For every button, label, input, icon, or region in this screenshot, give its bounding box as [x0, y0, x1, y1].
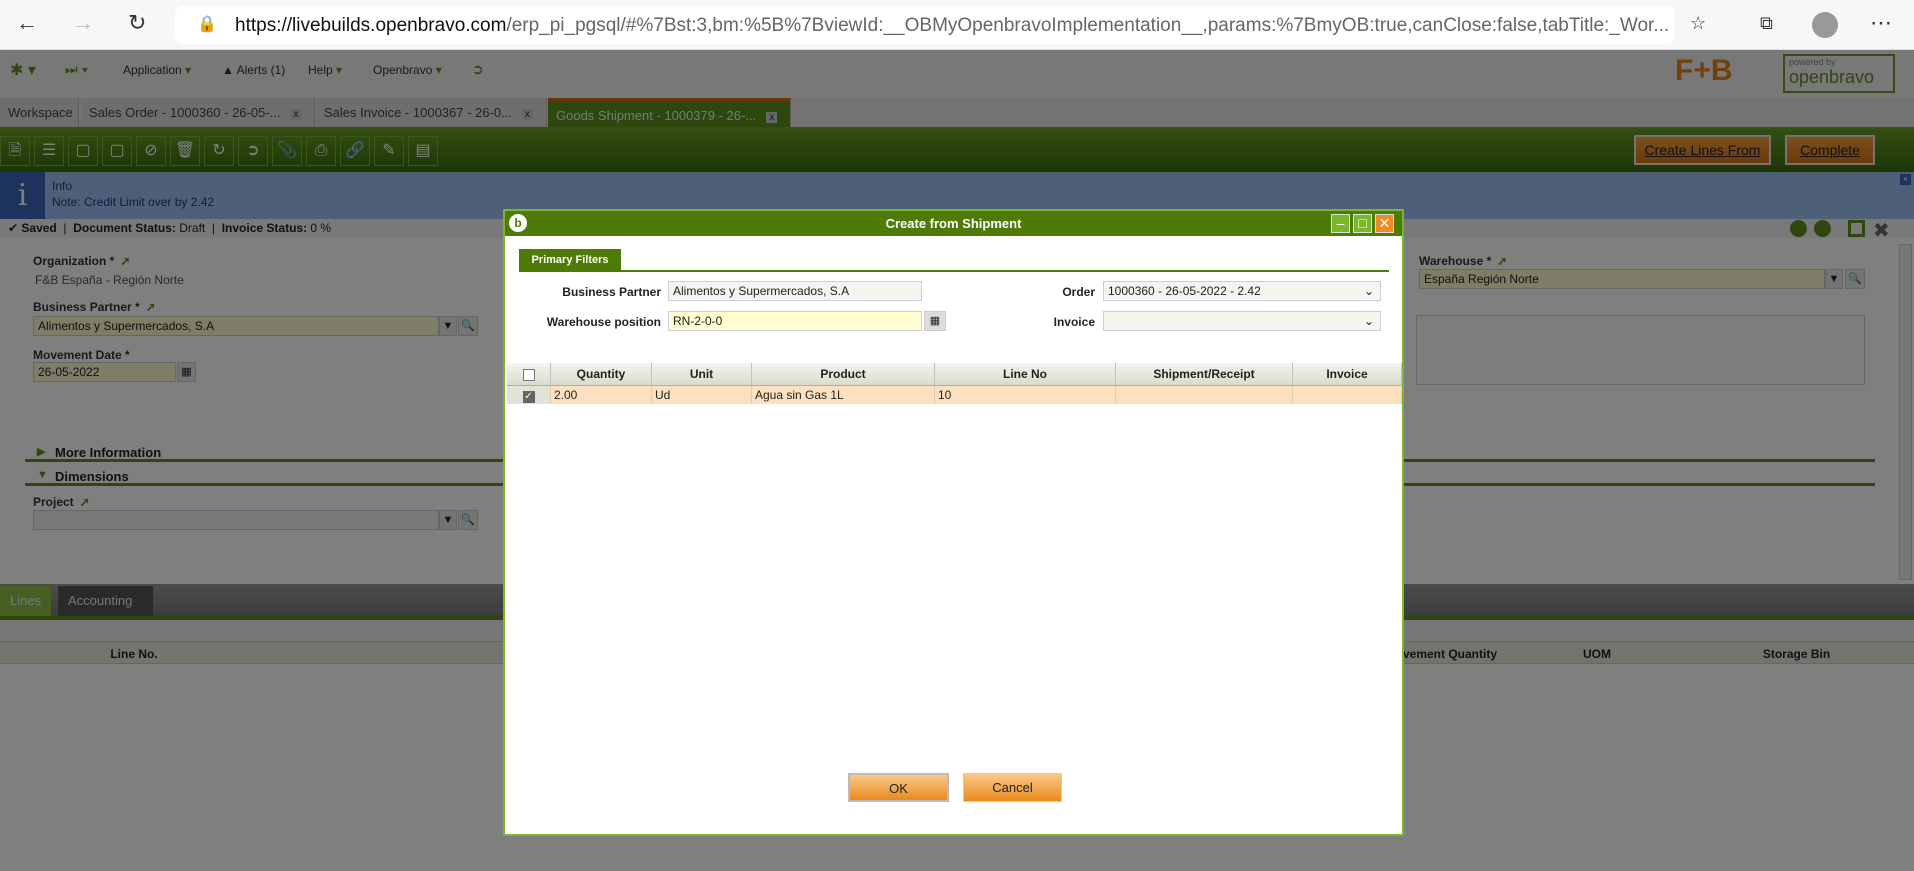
forward-icon[interactable]: →: [72, 10, 94, 36]
cancel-button[interactable]: Cancel: [963, 773, 1062, 802]
back-icon[interactable]: ←: [16, 10, 38, 36]
col-shipment-receipt[interactable]: Shipment/Receipt: [1116, 363, 1293, 386]
col-quantity[interactable]: Quantity: [551, 363, 652, 386]
cell-quantity[interactable]: 2.00: [551, 386, 652, 404]
cell-invoice[interactable]: [1293, 386, 1402, 404]
bp-label: Business Partner: [562, 285, 661, 299]
maximize-icon[interactable]: □: [1353, 214, 1372, 233]
locator-icon[interactable]: ▦: [924, 311, 946, 331]
cell-unit[interactable]: Ud: [652, 386, 752, 404]
profile-avatar[interactable]: [1812, 12, 1838, 38]
business-partner-field: Alimentos y Supermercados, S.A: [668, 281, 922, 301]
openbravo-icon: b: [509, 214, 527, 232]
invoice-select[interactable]: ⌄: [1103, 311, 1381, 331]
favorites-icon[interactable]: ☆: [1690, 13, 1706, 34]
more-icon[interactable]: ⋯: [1870, 10, 1892, 36]
warehouse-position-label: Warehouse position: [546, 315, 661, 329]
invoice-label: Invoice: [1053, 315, 1095, 329]
cell-line-no[interactable]: 10: [935, 386, 1116, 404]
order-label: Order: [1062, 285, 1095, 299]
create-from-shipment-dialog: Create from Shipment b – □ ✕ Primary Fil…: [503, 209, 1404, 836]
dialog-title-bar[interactable]: Create from Shipment: [505, 211, 1402, 236]
col-invoice[interactable]: Invoice: [1293, 363, 1402, 386]
tab-underline: [519, 270, 1389, 272]
ok-button[interactable]: OK: [848, 773, 949, 802]
col-product[interactable]: Product: [752, 363, 935, 386]
chevron-down-icon: ⌄: [1363, 314, 1374, 328]
order-select[interactable]: 1000360 - 26-05-2022 - 2.42 ⌄: [1103, 281, 1381, 301]
minimize-icon[interactable]: –: [1331, 214, 1350, 233]
cell-product[interactable]: Agua sin Gas 1L: [752, 386, 935, 404]
tab-primary-filters[interactable]: Primary Filters: [519, 249, 621, 271]
lock-icon: 🔒: [197, 16, 217, 33]
col-line-no[interactable]: Line No: [935, 363, 1116, 386]
address-bar[interactable]: 🔒 https://livebuilds.openbravo.com/erp_pi…: [175, 6, 1675, 44]
cell-shipment-receipt[interactable]: [1116, 386, 1293, 404]
select-all-checkbox[interactable]: [507, 363, 551, 386]
col-unit[interactable]: Unit: [652, 363, 752, 386]
collections-icon[interactable]: ⧉: [1760, 13, 1773, 34]
warehouse-position-input[interactable]: RN-2-0-0: [668, 311, 922, 331]
chevron-down-icon: ⌄: [1363, 284, 1374, 298]
browser-toolbar: ← → ↻ 🔒 https://livebuilds.openbravo.com/…: [0, 0, 1914, 50]
row-checkbox[interactable]: ✓: [507, 386, 551, 404]
close-dialog-icon[interactable]: ✕: [1375, 214, 1394, 233]
reload-icon[interactable]: ↻: [128, 10, 146, 36]
